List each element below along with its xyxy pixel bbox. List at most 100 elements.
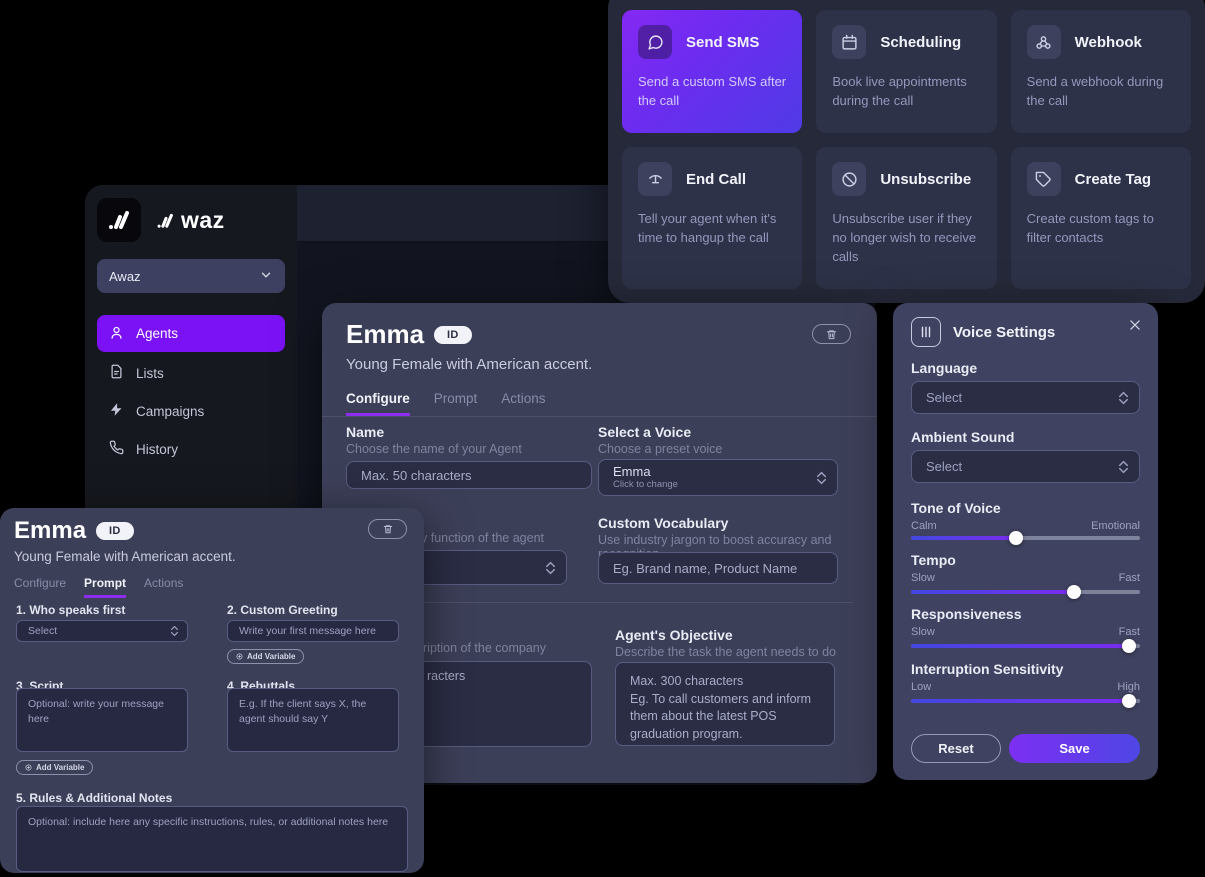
tab-configure[interactable]: Configure xyxy=(346,391,410,416)
card-title: Scheduling xyxy=(880,34,961,51)
slider-handle[interactable] xyxy=(1122,639,1136,653)
language-label: Language xyxy=(911,360,977,376)
ambient-sound-select[interactable]: Select xyxy=(911,450,1140,483)
bolt-icon xyxy=(109,402,124,420)
awaz-logo-icon xyxy=(97,198,141,242)
brand-wordmark: waz xyxy=(155,207,225,234)
add-variable-button[interactable]: Add Variable xyxy=(227,649,304,664)
slider-max-label: Fast xyxy=(1119,572,1140,584)
function-hint-fragment: y function of the agent xyxy=(421,531,544,545)
tab-configure[interactable]: Configure xyxy=(14,576,66,598)
reset-button[interactable]: Reset xyxy=(911,734,1001,763)
card-title: Unsubscribe xyxy=(880,171,971,188)
name-placeholder: Max. 50 characters xyxy=(361,468,472,483)
slider-max-label: Emotional xyxy=(1091,520,1140,532)
sidebar-item-label: Lists xyxy=(136,366,164,381)
slider-handle[interactable] xyxy=(1009,531,1023,545)
who-speaks-first-select[interactable]: Select xyxy=(16,620,188,642)
responsiveness-slider[interactable] xyxy=(911,644,1140,648)
custom-greeting-placeholder: Write your first message here xyxy=(239,625,376,637)
action-card-unsubscribe[interactable]: Unsubscribe Unsubscribe user if they no … xyxy=(816,147,996,289)
chevron-up-down-icon xyxy=(546,561,555,574)
id-badge[interactable]: ID xyxy=(434,326,472,344)
chevron-up-down-icon xyxy=(1119,460,1128,473)
rebuttals-textarea[interactable]: E.g. If the client says X, the agent sho… xyxy=(227,688,399,752)
rules-textarea[interactable]: Optional: include here any specific inst… xyxy=(16,806,408,872)
tab-prompt[interactable]: Prompt xyxy=(434,391,478,416)
sidebar-item-label: Campaigns xyxy=(136,404,204,419)
add-variable-button[interactable]: Add Variable xyxy=(16,760,93,775)
ambient-sound-label: Ambient Sound xyxy=(911,429,1014,445)
language-select[interactable]: Select xyxy=(911,381,1140,414)
block-icon xyxy=(832,162,866,196)
responsiveness-label: Responsiveness xyxy=(911,606,1022,622)
chevron-up-down-icon xyxy=(171,626,178,637)
sidebar-item-campaigns[interactable]: Campaigns xyxy=(97,394,285,428)
name-input[interactable]: Max. 50 characters xyxy=(346,461,592,489)
delete-agent-button[interactable] xyxy=(368,519,407,539)
vocabulary-label: Custom Vocabulary xyxy=(598,515,728,531)
chevron-up-down-icon xyxy=(1119,391,1128,404)
name-label: Name xyxy=(346,424,384,440)
action-card-end-call[interactable]: End Call Tell your agent when it's time … xyxy=(622,147,802,289)
voice-select[interactable]: Emma Click to change xyxy=(598,459,838,496)
slider-handle[interactable] xyxy=(1067,585,1081,599)
close-icon[interactable] xyxy=(1128,318,1142,337)
composite-screenshot: waz Awaz Agents Lists xyxy=(0,0,1205,877)
delete-agent-button[interactable] xyxy=(812,324,851,344)
workspace-select[interactable]: Awaz xyxy=(97,259,285,293)
sidebar-item-agents[interactable]: Agents xyxy=(97,315,285,352)
vocabulary-input[interactable]: Eg. Brand name, Product Name xyxy=(598,552,838,584)
slider-min-label: Slow xyxy=(911,572,935,584)
slider-handle[interactable] xyxy=(1122,694,1136,708)
trash-icon xyxy=(383,524,393,534)
card-description: Book live appointments during the call xyxy=(832,73,980,111)
card-title: Webhook xyxy=(1075,34,1142,51)
chat-bubble-icon xyxy=(638,25,672,59)
objective-textarea[interactable]: Max. 300 characters Eg. To call customer… xyxy=(615,662,835,746)
card-title: End Call xyxy=(686,171,746,188)
action-card-create-tag[interactable]: Create Tag Create custom tags to filter … xyxy=(1011,147,1191,289)
company-hint-fragment: ription of the company xyxy=(423,641,546,655)
sidebar-item-lists[interactable]: Lists xyxy=(97,356,285,390)
save-button[interactable]: Save xyxy=(1009,734,1140,763)
name-hint: Choose the name of your Agent xyxy=(346,442,522,456)
agent-name-title: Emma xyxy=(346,319,424,350)
phone-icon xyxy=(109,440,124,458)
id-badge[interactable]: ID xyxy=(96,522,134,540)
brand-row: waz xyxy=(97,197,285,243)
custom-greeting-input[interactable]: Write your first message here xyxy=(227,620,399,642)
card-description: Unsubscribe user if they no longer wish … xyxy=(832,210,980,267)
interruption-sensitivity-slider[interactable] xyxy=(911,699,1140,703)
actions-panel: Send SMS Send a custom SMS after the cal… xyxy=(608,0,1205,303)
slider-max-label: Fast xyxy=(1119,626,1140,638)
action-card-send-sms[interactable]: Send SMS Send a custom SMS after the cal… xyxy=(622,10,802,133)
tab-prompt[interactable]: Prompt xyxy=(84,576,126,598)
company-placeholder-fragment: racters xyxy=(427,669,465,683)
slider-min-label: Calm xyxy=(911,520,937,532)
agent-prompt-panel: Emma ID Young Female with American accen… xyxy=(0,508,424,873)
rules-label: 5. Rules & Additional Notes xyxy=(16,791,172,805)
user-icon xyxy=(109,325,124,343)
card-description: Create custom tags to filter contacts xyxy=(1027,210,1175,248)
slider-max-label: High xyxy=(1117,681,1140,693)
action-card-scheduling[interactable]: Scheduling Book live appointments during… xyxy=(816,10,996,133)
tempo-slider[interactable] xyxy=(911,590,1140,594)
phone-end-icon xyxy=(638,162,672,196)
who-speaks-first-value: Select xyxy=(28,625,57,637)
tab-actions[interactable]: Actions xyxy=(144,576,183,598)
plus-circle-icon xyxy=(236,653,243,660)
action-card-webhook[interactable]: Webhook Send a webhook during the call xyxy=(1011,10,1191,133)
script-textarea[interactable]: Optional: write your message here xyxy=(16,688,188,752)
custom-greeting-label: 2. Custom Greeting xyxy=(227,603,338,617)
tab-actions[interactable]: Actions xyxy=(501,391,545,416)
sidebar-item-history[interactable]: History xyxy=(97,432,285,466)
voice-value: Emma xyxy=(613,465,678,480)
slider-min-label: Low xyxy=(911,681,931,693)
interruption-sensitivity-label: Interruption Sensitivity xyxy=(911,661,1063,677)
trash-icon xyxy=(826,329,837,340)
objective-label: Agent's Objective xyxy=(615,627,733,643)
objective-hint: Describe the task the agent needs to do xyxy=(615,645,836,659)
plus-circle-icon xyxy=(25,764,32,771)
tone-of-voice-slider[interactable] xyxy=(911,536,1140,540)
